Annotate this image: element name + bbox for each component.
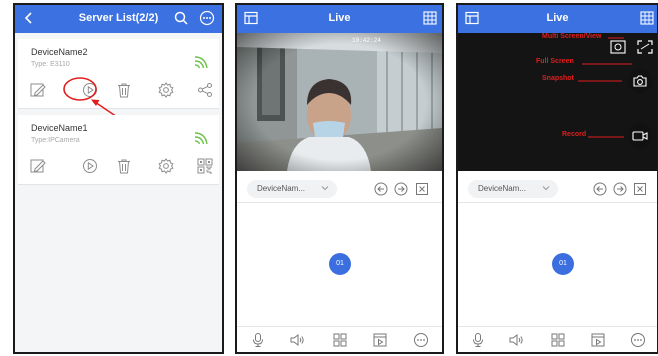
settings-icon[interactable] — [157, 157, 175, 175]
page-indicator[interactable]: 01 — [552, 253, 574, 275]
chevron-down-icon — [542, 186, 550, 191]
page-title: Live — [328, 12, 351, 24]
split-screen-icon[interactable] — [550, 332, 566, 348]
page-title: Live — [546, 12, 569, 24]
bottom-toolbar — [458, 326, 657, 352]
next-icon[interactable] — [394, 182, 408, 196]
live-screen: Live 10:42:24 DeviceNam... 01 — [235, 3, 444, 354]
live-header: Live — [237, 5, 442, 33]
device-card[interactable]: DeviceName1 Type:IPCamera — [18, 115, 219, 185]
annotation-label: Full Screen — [536, 58, 574, 65]
share-icon[interactable] — [196, 81, 214, 99]
camera-icon — [633, 75, 647, 87]
playback-icon[interactable] — [590, 332, 606, 348]
device-name: DeviceName2 — [31, 47, 88, 57]
camera-feed-image: 10:42:24 — [237, 33, 442, 171]
device-type: Type:IPCamera — [31, 137, 80, 144]
settings-icon[interactable] — [157, 81, 175, 99]
close-window-icon[interactable] — [633, 182, 647, 196]
bottom-toolbar — [237, 326, 442, 352]
delete-icon[interactable] — [115, 157, 133, 175]
edit-icon[interactable] — [29, 157, 47, 175]
device-control-row: DeviceNam... — [237, 177, 442, 203]
live-video[interactable]: 10:42:24 — [237, 33, 442, 171]
multi-view-icon[interactable] — [608, 39, 630, 55]
device-select-value: DeviceNam... — [478, 184, 527, 193]
page-indicator[interactable]: 01 — [329, 253, 351, 275]
device-select[interactable]: DeviceNam... — [468, 180, 558, 198]
device-select-value: DeviceNam... — [257, 184, 306, 193]
qr-code-icon[interactable] — [196, 157, 214, 175]
annotation-arrow — [588, 136, 624, 138]
device-select[interactable]: DeviceNam... — [247, 180, 337, 198]
edit-icon[interactable] — [29, 81, 47, 99]
annotation-label: Record — [562, 131, 587, 138]
more-options-icon[interactable] — [413, 332, 429, 348]
live-header: Live — [458, 5, 657, 33]
device-type: Type: E3110 — [31, 61, 70, 68]
video-record-icon — [632, 131, 648, 141]
more-icon[interactable] — [199, 10, 215, 26]
device-control-row: DeviceNam... — [458, 177, 657, 203]
full-screen-icon[interactable] — [635, 39, 655, 55]
page-title: Server List(2/2) — [78, 12, 159, 24]
speaker-icon[interactable] — [508, 332, 524, 348]
more-options-icon[interactable] — [630, 332, 646, 348]
record-button[interactable] — [628, 124, 652, 148]
play-icon[interactable] — [81, 157, 99, 175]
annotation-label: Multi Screen/View — [542, 33, 602, 40]
snapshot-button[interactable] — [628, 69, 652, 93]
video-timestamp: 10:42:24 — [352, 37, 381, 44]
server-list-header: Server List(2/2) — [15, 5, 222, 33]
signal-icon — [194, 56, 208, 69]
previous-icon[interactable] — [374, 182, 388, 196]
grid-view-icon[interactable] — [422, 10, 438, 26]
live-screen-controls: Live Multi Screen/View Full Screen Snaps… — [456, 3, 658, 354]
microphone-icon[interactable] — [470, 332, 486, 348]
playback-icon[interactable] — [372, 332, 388, 348]
search-icon[interactable] — [173, 10, 189, 26]
split-screen-icon[interactable] — [332, 332, 348, 348]
annotation-label: Snapshot — [542, 75, 574, 82]
device-name: DeviceName1 — [31, 123, 88, 133]
speaker-icon[interactable] — [289, 332, 305, 348]
server-list-screen: Server List(2/2) DeviceName2 Type: E3110 — [13, 3, 224, 354]
chevron-down-icon — [321, 186, 329, 191]
close-window-icon[interactable] — [415, 182, 429, 196]
signal-icon — [194, 132, 208, 145]
previous-icon[interactable] — [593, 182, 607, 196]
next-icon[interactable] — [613, 182, 627, 196]
grid-view-icon[interactable] — [639, 10, 655, 26]
live-video[interactable]: Multi Screen/View Full Screen Snapshot R… — [458, 33, 657, 171]
annotation-arrow — [582, 63, 632, 65]
annotation-arrow — [578, 80, 622, 82]
microphone-icon[interactable] — [250, 332, 266, 348]
